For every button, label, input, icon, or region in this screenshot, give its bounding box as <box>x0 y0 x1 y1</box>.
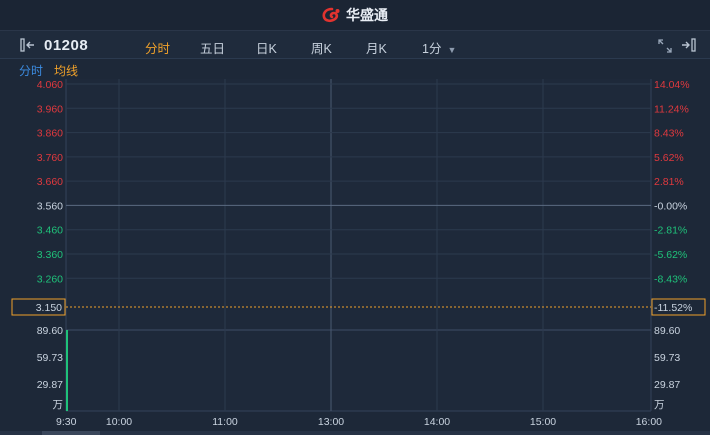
percent-tick-label: -8.43% <box>654 273 687 285</box>
volume-unit-label-right: 万 <box>654 399 665 411</box>
price-tick-label: 3.860 <box>37 128 63 140</box>
time-tick-label: 16:00 <box>636 416 662 428</box>
price-tick-label: 3.760 <box>37 152 63 164</box>
price-tick-label: 4.060 <box>37 79 63 91</box>
price-tick-label: 3.960 <box>37 103 63 115</box>
percent-tick-label: 11.24% <box>654 103 689 115</box>
volume-tick-label: 89.60 <box>37 325 63 337</box>
percent-tick-label: 14.04% <box>654 79 690 91</box>
price-tick-label: 3.260 <box>37 273 63 285</box>
stock-code: 01208 <box>44 37 89 54</box>
volume-bar <box>66 330 68 411</box>
chart-toolbar: 01208 分时 五日 日K 周K 月K 1分 ▼ <box>0 31 710 59</box>
legend-avg-line: 均线 <box>54 64 79 78</box>
time-scroll-track <box>0 431 710 435</box>
percent-tick-label: 2.81% <box>654 176 684 188</box>
volume-tick-label: 29.87 <box>37 379 63 391</box>
percent-tick-label: -5.62% <box>654 249 687 261</box>
time-tick-label: 15:00 <box>530 416 556 428</box>
collapse-right-icon[interactable] <box>680 38 696 52</box>
tab-time-share[interactable]: 分时 <box>145 38 170 57</box>
tab-weekly-k[interactable]: 周K <box>311 38 332 57</box>
volume-unit-label: 万 <box>53 399 64 411</box>
time-tick-label: 10:00 <box>106 416 132 428</box>
intraday-chart[interactable]: 9:30 10:00 11:00 13:00 14:00 15:00 16:00 4.060 1… <box>0 79 710 435</box>
percent-tick-label: -2.81% <box>654 225 687 237</box>
percent-tick-label: -0.00% <box>654 200 687 212</box>
price-tick-label: 3.660 <box>37 176 63 188</box>
volume-tick-label-right: 89.60 <box>654 325 680 337</box>
app-header: 华盛通 <box>0 0 710 31</box>
percent-tick-label: 5.62% <box>654 152 684 164</box>
time-tick-label: 9:30 <box>56 416 77 428</box>
time-tick-label: 14:00 <box>424 416 450 428</box>
time-tick-label: 13:00 <box>318 416 344 428</box>
current-price-label: 3.150 <box>36 302 62 314</box>
brand: 华盛通 <box>322 5 388 25</box>
fullscreen-icon[interactable] <box>658 39 672 53</box>
price-tick-label: 3.460 <box>37 225 63 237</box>
percent-tick-label: 8.43% <box>654 128 684 140</box>
legend-time-share: 分时 <box>19 64 44 78</box>
volume-tick-label-right: 29.87 <box>654 379 680 391</box>
tab-one-minute-label: 1分 <box>422 42 442 56</box>
collapse-left-icon[interactable] <box>20 38 36 52</box>
plot-area <box>66 79 651 411</box>
time-scroll-thumb <box>42 431 100 435</box>
tab-five-day[interactable]: 五日 <box>200 38 225 57</box>
chart-legend: 分时 均线 <box>0 59 710 79</box>
current-change-label: -11.52% <box>654 302 692 314</box>
intraday-chart-svg[interactable]: 9:30 10:00 11:00 13:00 14:00 15:00 16:00 4.060 1… <box>0 79 710 435</box>
brand-logo-icon <box>322 7 340 23</box>
caret-down-icon: ▼ <box>447 45 457 55</box>
volume-tick-label-right: 59.73 <box>654 352 680 364</box>
tab-one-minute-dropdown[interactable]: 1分 ▼ <box>422 38 456 57</box>
price-tick-label: 3.560 <box>37 200 63 212</box>
tab-daily-k[interactable]: 日K <box>256 38 277 57</box>
time-tick-label: 11:00 <box>212 416 238 428</box>
tab-monthly-k[interactable]: 月K <box>366 38 387 57</box>
price-tick-label: 3.360 <box>37 249 63 261</box>
volume-tick-label: 59.73 <box>37 352 63 364</box>
brand-name: 华盛通 <box>346 7 388 23</box>
